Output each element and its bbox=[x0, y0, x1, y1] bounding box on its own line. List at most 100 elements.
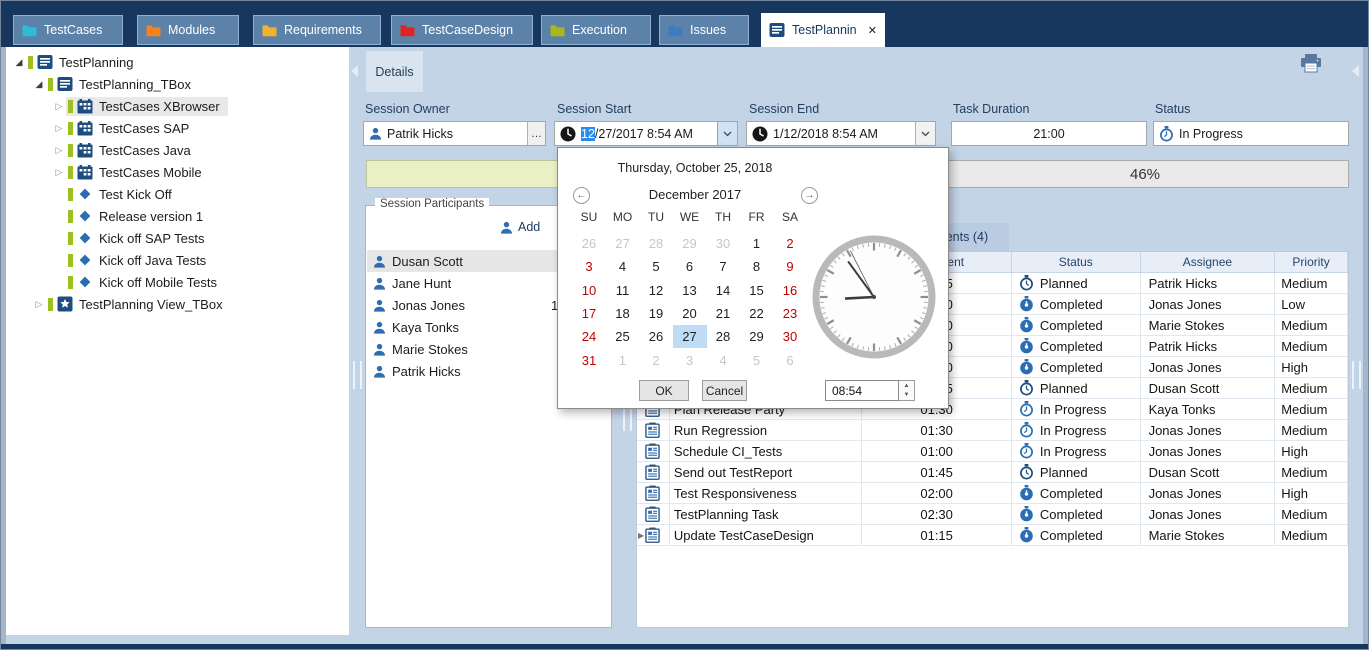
calendar-day[interactable]: 18 bbox=[606, 302, 640, 325]
close-tab-icon[interactable]: ✕ bbox=[868, 24, 877, 37]
calendar-day[interactable]: 11 bbox=[606, 279, 640, 302]
main-tab-modules[interactable]: Modules bbox=[137, 15, 239, 45]
task-row[interactable]: TestPlanning Task02:30CompletedJonas Jon… bbox=[637, 504, 1348, 525]
tree-item-body[interactable]: Kick off Mobile Tests bbox=[66, 272, 225, 292]
collapse-left-arrow-icon[interactable] bbox=[351, 65, 358, 77]
prev-month-button[interactable]: ← bbox=[573, 187, 590, 204]
main-tab-requirements[interactable]: Requirements bbox=[253, 15, 381, 45]
owner-browse-button[interactable]: … bbox=[527, 122, 545, 145]
tree-expander-icon[interactable]: ◢ bbox=[12, 57, 26, 68]
tree-item-body[interactable]: Release version 1 bbox=[66, 206, 211, 226]
tree-item-release-version-1[interactable]: Release version 1 bbox=[6, 205, 349, 227]
status-field[interactable]: In Progress bbox=[1153, 121, 1349, 146]
calendar-day[interactable]: 1 bbox=[740, 232, 774, 255]
calendar-day[interactable]: 30 bbox=[773, 325, 807, 348]
calendar-day[interactable]: 5 bbox=[740, 349, 774, 372]
add-participant-button[interactable]: Add bbox=[500, 220, 540, 234]
calendar-day[interactable]: 4 bbox=[706, 349, 740, 372]
tree-item-body[interactable]: TestPlanning_TBox bbox=[46, 74, 199, 94]
ok-button[interactable]: OK bbox=[639, 380, 689, 401]
print-icon[interactable] bbox=[1299, 54, 1323, 79]
main-tab-testcasedesign[interactable]: TestCaseDesign bbox=[391, 15, 533, 45]
tree-item-body[interactable]: TestCases XBrowser bbox=[66, 97, 228, 116]
tree-item-body[interactable]: Test Kick Off bbox=[66, 184, 180, 204]
calendar-day-selected[interactable]: 27 bbox=[673, 325, 707, 348]
calendar-day[interactable]: 28 bbox=[639, 232, 673, 255]
calendar-day[interactable]: 29 bbox=[673, 232, 707, 255]
spinner-down-icon[interactable]: ▼ bbox=[904, 392, 910, 398]
task-duration-field[interactable]: 21:00 bbox=[951, 121, 1147, 146]
tree-expander-icon[interactable]: ▷ bbox=[52, 101, 66, 112]
calendar-day[interactable]: 5 bbox=[639, 255, 673, 278]
calendar-day[interactable]: 4 bbox=[606, 255, 640, 278]
main-tab-testplanning[interactable]: TestPlanning✕ bbox=[761, 13, 885, 47]
tree-item-body[interactable]: TestCases SAP bbox=[66, 119, 197, 138]
tree-item-testcases-mobile[interactable]: ▷TestCases Mobile bbox=[6, 161, 349, 183]
calendar-day[interactable]: 3 bbox=[572, 255, 606, 278]
calendar-day[interactable]: 19 bbox=[639, 302, 673, 325]
calendar-day[interactable]: 23 bbox=[773, 302, 807, 325]
time-spinner[interactable]: ▲▼ bbox=[899, 380, 915, 401]
time-input[interactable]: 08:54 bbox=[825, 380, 899, 401]
tree-item-body[interactable]: TestPlanning bbox=[26, 52, 141, 72]
tree-item-body[interactable]: Kick off SAP Tests bbox=[66, 228, 213, 248]
session-end-dropdown-button[interactable] bbox=[915, 122, 935, 145]
calendar-day[interactable]: 22 bbox=[740, 302, 774, 325]
tree-item-testcases-xbrowser[interactable]: ▷TestCases XBrowser bbox=[6, 95, 349, 117]
tree-expander-icon[interactable]: ▷ bbox=[52, 145, 66, 156]
tree-item-body[interactable]: Kick off Java Tests bbox=[66, 250, 214, 270]
calendar-day[interactable]: 16 bbox=[773, 279, 807, 302]
next-month-button[interactable]: → bbox=[801, 187, 818, 204]
calendar-day[interactable]: 3 bbox=[673, 349, 707, 372]
tree-item-testplanning-view-tbox[interactable]: ▷TestPlanning View_TBox bbox=[6, 293, 349, 315]
calendar-day[interactable]: 8 bbox=[740, 255, 774, 278]
task-row[interactable]: Send out TestReport01:45PlannedDusan Sco… bbox=[637, 462, 1348, 483]
session-start-field[interactable]: 12/27/2017 8:54 AM bbox=[554, 121, 738, 146]
tree-item-body[interactable]: TestCases Java bbox=[66, 141, 199, 160]
collapse-right-arrow-icon[interactable] bbox=[1352, 65, 1359, 77]
tree-item-testplanning-tbox[interactable]: ◢TestPlanning_TBox bbox=[6, 73, 349, 95]
column-priority-header[interactable]: Priority bbox=[1275, 252, 1348, 273]
calendar-day[interactable]: 29 bbox=[740, 325, 774, 348]
task-row[interactable]: Test Responsiveness02:00CompletedJonas J… bbox=[637, 483, 1348, 504]
calendar-day[interactable]: 2 bbox=[773, 232, 807, 255]
spinner-up-icon[interactable]: ▲ bbox=[904, 383, 910, 389]
calendar-day[interactable]: 9 bbox=[773, 255, 807, 278]
main-tab-issues[interactable]: Issues bbox=[659, 15, 749, 45]
calendar-day[interactable]: 26 bbox=[639, 325, 673, 348]
calendar-day[interactable]: 10 bbox=[572, 279, 606, 302]
month-year-label[interactable]: December 2017 bbox=[615, 187, 775, 202]
tree-item-testplanning[interactable]: ◢TestPlanning bbox=[6, 51, 349, 73]
left-splitter-grip[interactable] bbox=[353, 361, 362, 389]
calendar-day[interactable]: 15 bbox=[740, 279, 774, 302]
right-splitter-grip[interactable] bbox=[1352, 361, 1361, 389]
task-row[interactable]: ▶Update TestCaseDesign01:15CompletedMari… bbox=[637, 525, 1348, 546]
tree-item-body[interactable]: TestPlanning View_TBox bbox=[46, 294, 231, 314]
calendar-day[interactable]: 20 bbox=[673, 302, 707, 325]
tree-expander-icon[interactable]: ◢ bbox=[32, 79, 46, 90]
calendar-day[interactable]: 1 bbox=[606, 349, 640, 372]
calendar-day[interactable]: 13 bbox=[673, 279, 707, 302]
column-assignee-header[interactable]: Assignee bbox=[1141, 252, 1276, 273]
calendar-day[interactable]: 31 bbox=[572, 349, 606, 372]
calendar-day[interactable]: 14 bbox=[706, 279, 740, 302]
row-expander-icon[interactable]: ▶ bbox=[638, 531, 644, 540]
calendar-day[interactable]: 28 bbox=[706, 325, 740, 348]
column-status-header[interactable]: Status bbox=[1012, 252, 1141, 273]
tree-item-body[interactable]: TestCases Mobile bbox=[66, 163, 210, 182]
tree-expander-icon[interactable]: ▷ bbox=[32, 299, 46, 310]
tree-expander-icon[interactable]: ▷ bbox=[52, 123, 66, 134]
session-end-field[interactable]: 1/12/2018 8:54 AM bbox=[746, 121, 936, 146]
calendar-day[interactable]: 17 bbox=[572, 302, 606, 325]
tab-details[interactable]: Details bbox=[366, 51, 423, 92]
calendar-day[interactable]: 26 bbox=[572, 232, 606, 255]
session-owner-field[interactable]: Patrik Hicks … bbox=[363, 121, 546, 146]
session-start-dropdown-button[interactable] bbox=[717, 122, 737, 145]
tree-item-kick-off-sap-tests[interactable]: Kick off SAP Tests bbox=[6, 227, 349, 249]
calendar-day[interactable]: 6 bbox=[673, 255, 707, 278]
calendar-day[interactable]: 24 bbox=[572, 325, 606, 348]
cancel-button[interactable]: Cancel bbox=[702, 380, 747, 401]
tree-item-kick-off-mobile-tests[interactable]: Kick off Mobile Tests bbox=[6, 271, 349, 293]
tree-item-testcases-sap[interactable]: ▷TestCases SAP bbox=[6, 117, 349, 139]
tree-item-kick-off-java-tests[interactable]: Kick off Java Tests bbox=[6, 249, 349, 271]
